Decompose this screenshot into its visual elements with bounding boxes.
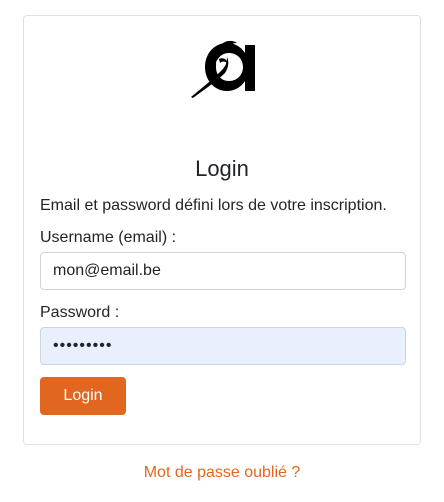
username-field[interactable]: [40, 252, 406, 290]
forgot-password-link[interactable]: Mot de passe oublié ?: [0, 464, 444, 482]
username-label: Username (email) :: [40, 229, 177, 246]
login-description: Email et password défini lors de votre i…: [40, 197, 387, 214]
password-label: Password :: [40, 304, 120, 321]
login-button[interactable]: Login: [40, 377, 126, 415]
brand-logo-icon: [191, 40, 255, 98]
password-field[interactable]: [40, 327, 406, 365]
login-title: Login: [195, 156, 249, 181]
login-card: Login Email et password défini lors de v…: [23, 15, 421, 445]
